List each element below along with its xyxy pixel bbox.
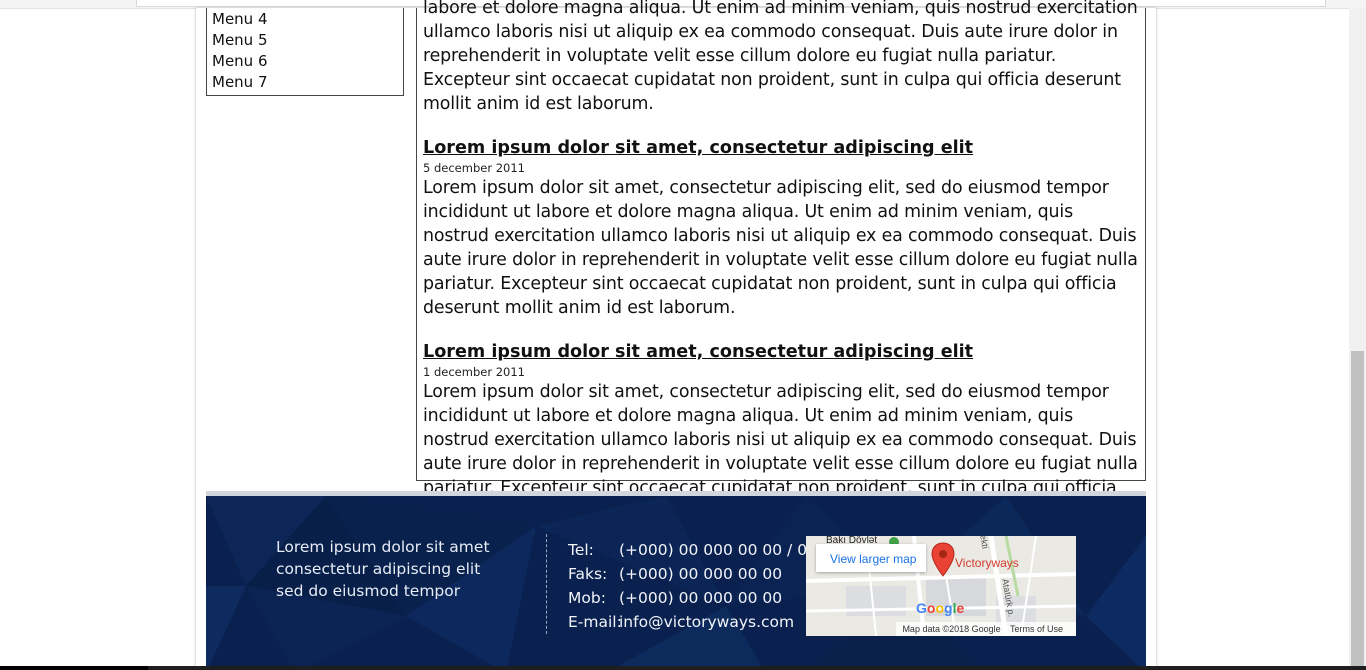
- bottom-edge-left: [0, 666, 148, 670]
- map-attribution: Map data ©2018 Google Terms of Use: [896, 622, 1076, 636]
- bottom-edge: [0, 666, 1366, 670]
- map-marker-icon[interactable]: [930, 542, 956, 582]
- view-larger-map-link[interactable]: View larger map: [830, 552, 916, 566]
- contact-label: Mob:: [568, 589, 606, 607]
- page-container: Menu 4 Menu 5 Menu 6 Menu 7 labore et do…: [196, 0, 1156, 668]
- vertical-scrollbar[interactable]: [1349, 8, 1366, 666]
- contact-label: Tel:: [568, 541, 594, 559]
- contact-label: E-mail:: [568, 613, 622, 631]
- article-date: 1 december 2011: [423, 365, 525, 379]
- article-title-link[interactable]: Lorem ipsum dolor sit amet, consectetur …: [423, 136, 973, 160]
- google-logo-letter: g: [944, 600, 953, 616]
- contact-email: E-mail: info@victoryways.com: [568, 610, 817, 634]
- contact-fax: Faks: (+000) 00 000 00 00: [568, 562, 817, 586]
- map-marker-label: Victoryways: [955, 556, 1019, 570]
- map-data-text: Map data ©2018 Google: [902, 624, 1001, 634]
- google-logo: Google: [916, 600, 964, 616]
- fax-number: (+000) 00 000 00 00: [619, 565, 783, 583]
- footer-text-line: sed do eiusmod tempor: [276, 582, 461, 600]
- footer: Lorem ipsum dolor sit amet consectetur a…: [206, 491, 1146, 668]
- scrollbar-thumb[interactable]: [1351, 351, 1364, 666]
- map-terms-link[interactable]: Terms of Use: [1010, 624, 1063, 634]
- footer-text-line: Lorem ipsum dolor sit amet: [276, 538, 490, 556]
- map-info-card: View larger map: [816, 544, 926, 572]
- contact-mobile: Mob: (+000) 00 000 00 00: [568, 586, 817, 610]
- sidebar-menu: Menu 4 Menu 5 Menu 6 Menu 7: [206, 8, 404, 96]
- news-content: labore et dolore magna aliqua. Ut enim a…: [416, 0, 1146, 522]
- contact-info: Tel: (+000) 00 000 00 00 / 00 Faks: (+00…: [568, 538, 817, 634]
- article-body-partial: labore et dolore magna aliqua. Ut enim a…: [423, 0, 1138, 114]
- article-date: 5 december 2011: [423, 161, 525, 175]
- footer-description: Lorem ipsum dolor sit amet consectetur a…: [276, 536, 516, 602]
- footer-text-line: consectetur adipiscing elit: [276, 560, 481, 578]
- map-embed[interactable]: ekti Atatürk p. Bakı Dövlət View larger …: [806, 536, 1076, 636]
- news-article: Lorem ipsum dolor sit amet, consectetur …: [423, 136, 1139, 320]
- article-body: Lorem ipsum dolor sit amet, consectetur …: [423, 178, 1138, 318]
- contact-phone: Tel: (+000) 00 000 00 00 / 00: [568, 538, 817, 562]
- sidebar-item-menu-4[interactable]: Menu 4: [212, 9, 403, 30]
- map-street-label: ekti: [978, 536, 991, 550]
- mobile-number[interactable]: (+000) 00 000 00 00: [619, 586, 782, 610]
- google-logo-letter: o: [935, 600, 945, 616]
- sidebar-item-menu-5[interactable]: Menu 5: [212, 30, 403, 51]
- sidebar-item-menu-6[interactable]: Menu 6: [212, 51, 403, 72]
- sidebar-item-menu-7[interactable]: Menu 7: [212, 72, 403, 93]
- contact-label: Faks:: [568, 565, 608, 583]
- email-link[interactable]: info@victoryways.com: [619, 610, 794, 634]
- footer-divider: [546, 534, 547, 634]
- article-title-link[interactable]: Lorem ipsum dolor sit amet, consectetur …: [423, 340, 973, 364]
- google-logo-letter: G: [916, 600, 927, 616]
- phone-number[interactable]: (+000) 00 000 00 00 / 00: [619, 538, 817, 562]
- google-logo-letter: e: [956, 600, 965, 616]
